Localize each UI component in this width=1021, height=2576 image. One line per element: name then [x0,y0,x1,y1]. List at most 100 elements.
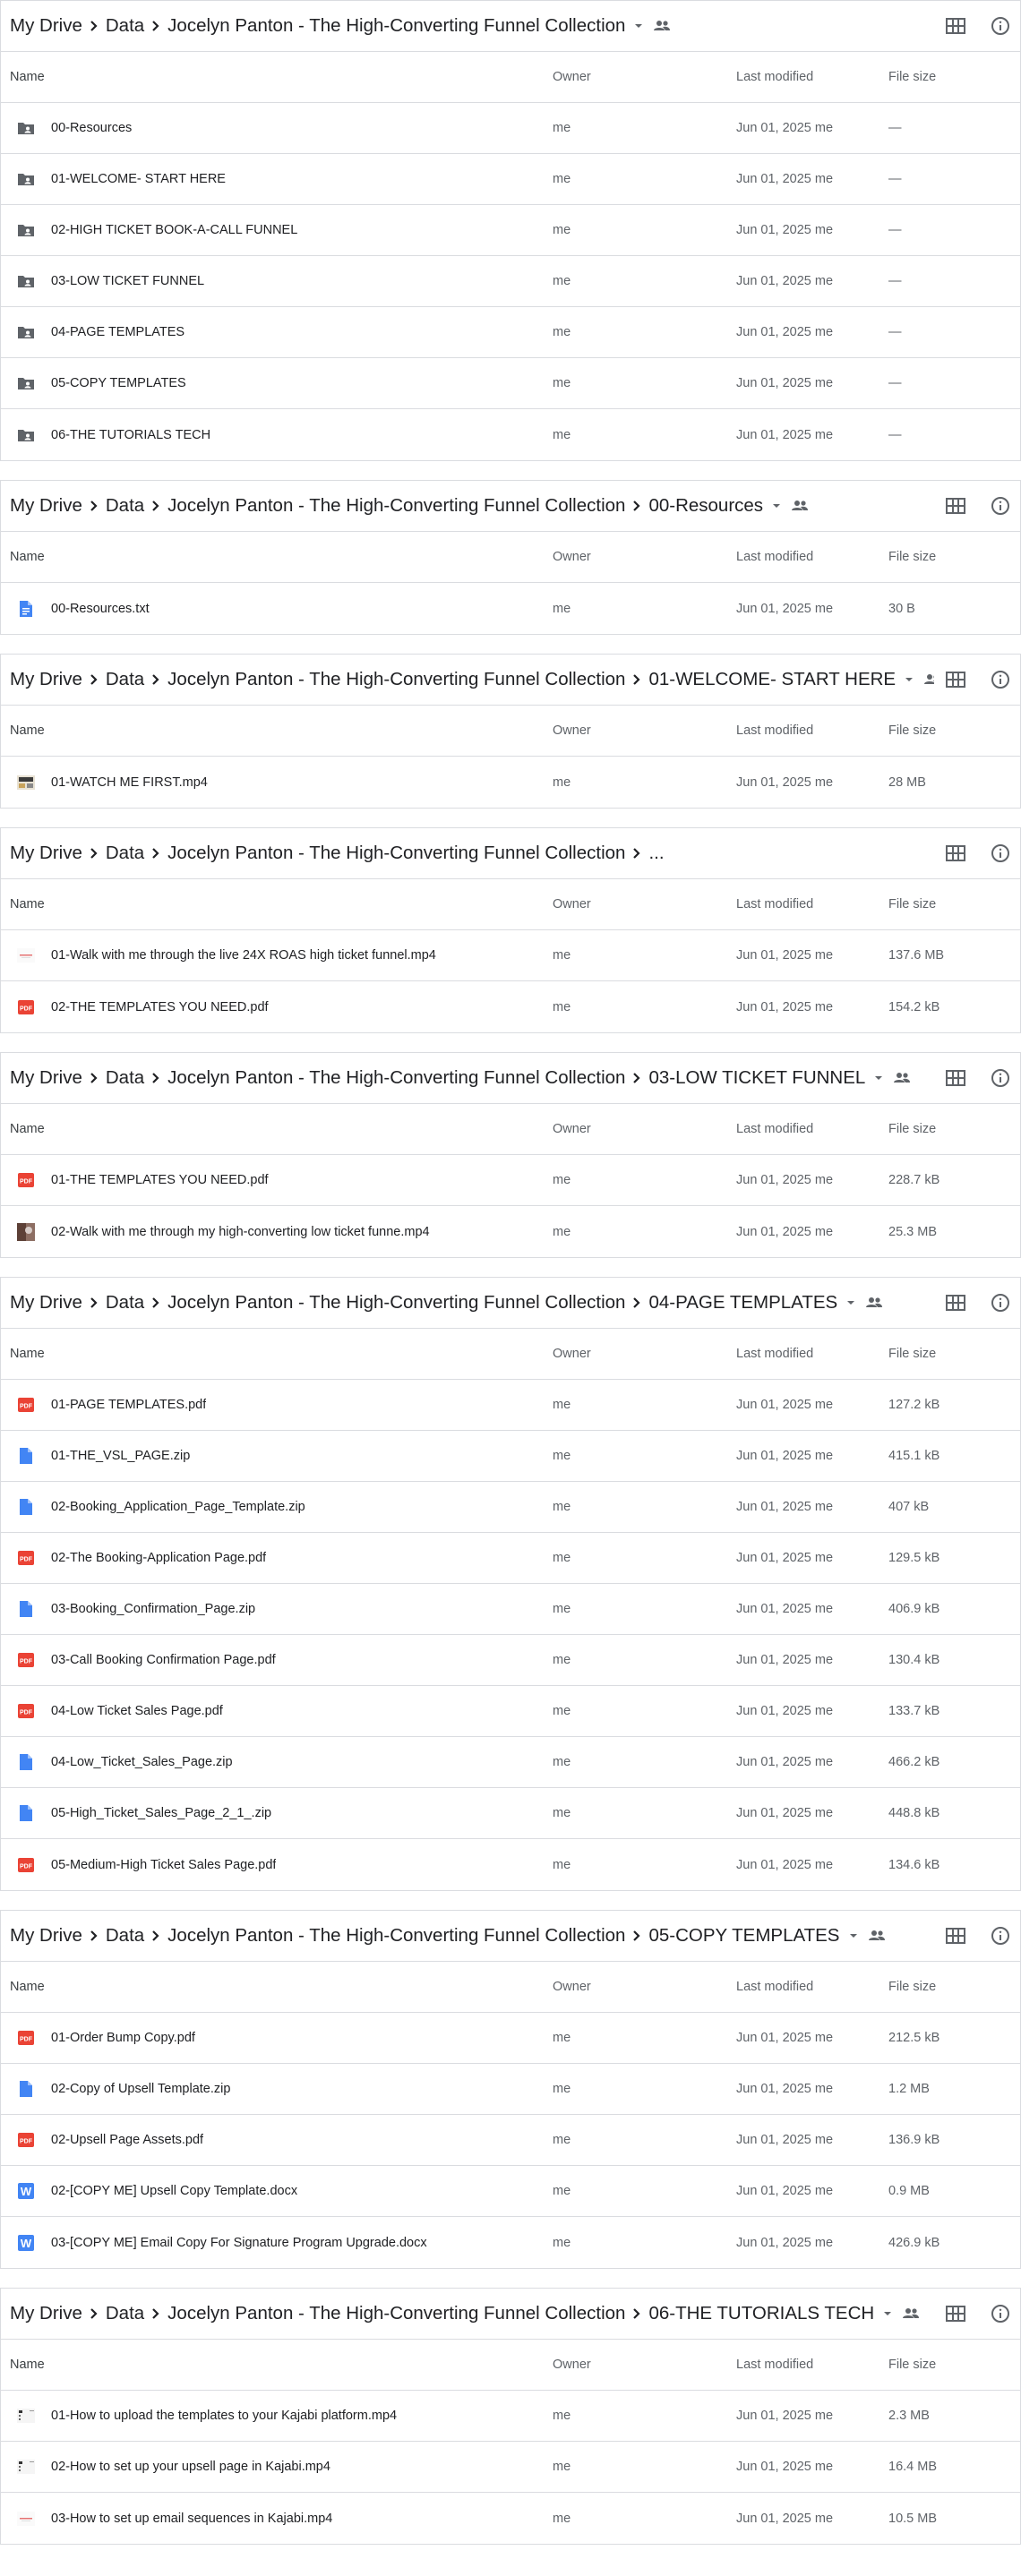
table-row[interactable]: 04-Low_Ticket_Sales_Page.zip me Jun 01, 20… [1,1737,1020,1788]
grid-view-icon[interactable] [943,841,968,866]
caret-down-icon[interactable] [879,2305,896,2323]
info-icon[interactable] [988,667,1013,692]
info-icon[interactable] [988,493,1013,518]
file-name[interactable]: 00-Resources.txt [51,602,150,616]
info-icon[interactable] [988,2301,1013,2326]
breadcrumb-item[interactable]: My Drive [10,1292,82,1314]
table-row[interactable]: PDF 01-THE TEMPLATES YOU NEED.pdf me Jun 01… [1,1155,1020,1206]
info-icon[interactable] [988,13,1013,39]
file-name[interactable]: 01-THE TEMPLATES YOU NEED.pdf [51,1173,269,1187]
file-name[interactable]: 05-Medium-High Ticket Sales Page.pdf [51,1858,276,1872]
breadcrumb-current-folder[interactable]: 03-LOW TICKET FUNNEL [648,1067,865,1089]
breadcrumb-item[interactable]: Data [106,669,144,690]
column-header-last-modified[interactable]: Last modified [736,1122,888,1136]
grid-view-icon[interactable] [943,667,968,692]
file-name[interactable]: 03-LOW TICKET FUNNEL [51,274,204,288]
file-name[interactable]: 02-The Booking-Application Page.pdf [51,1551,266,1565]
file-name[interactable]: 00-Resources [51,121,132,135]
file-name[interactable]: 05-COPY TEMPLATES [51,376,186,390]
column-header-name[interactable]: Name [1,723,553,738]
table-row[interactable]: W 03-[COPY ME] Email Copy For Signature P… [1,2217,1020,2268]
caret-down-icon[interactable] [845,1927,862,1945]
table-row[interactable]: 04-PAGE TEMPLATES me Jun 01, 2025 me — [1,307,1020,358]
file-name[interactable]: 01-PAGE TEMPLATES.pdf [51,1398,206,1412]
caret-down-icon[interactable] [768,497,785,515]
table-row[interactable]: 03-How to set up email sequences in Kaja… [1,2493,1020,2544]
breadcrumb-item[interactable]: My Drive [10,1925,82,1947]
file-name[interactable]: 02-HIGH TICKET BOOK-A-CALL FUNNEL [51,223,297,237]
file-name[interactable]: 02-Booking_Application_Page_Template.zip [51,1500,305,1514]
table-row[interactable]: PDF 02-THE TEMPLATES YOU NEED.pdf me Jun 01… [1,981,1020,1032]
breadcrumb-item[interactable]: My Drive [10,15,82,37]
breadcrumb-item[interactable]: Jocelyn Panton - The High-Converting Fun… [167,1292,625,1314]
info-icon[interactable] [988,841,1013,866]
column-header-file-size[interactable]: File size [888,1980,1020,1994]
column-header-file-size[interactable]: File size [888,897,1020,911]
file-name[interactable]: 02-[COPY ME] Upsell Copy Template.docx [51,2184,297,2198]
table-row[interactable]: PDF 01-Order Bump Copy.pdf me Jun 01, 2025 … [1,2013,1020,2064]
column-header-file-size[interactable]: File size [888,723,1020,738]
column-header-owner[interactable]: Owner [553,550,736,564]
grid-view-icon[interactable] [943,13,968,39]
column-header-last-modified[interactable]: Last modified [736,70,888,84]
breadcrumb-item[interactable]: Jocelyn Panton - The High-Converting Fun… [167,2303,625,2324]
breadcrumb-current-folder[interactable]: 06-THE TUTORIALS TECH [648,2303,874,2324]
column-header-name[interactable]: Name [1,897,553,911]
file-name[interactable]: 02-Walk with me through my high-converti… [51,1225,430,1239]
breadcrumb-current-folder[interactable]: ... [648,843,664,864]
column-header-owner[interactable]: Owner [553,1347,736,1361]
file-name[interactable]: 02-Copy of Upsell Template.zip [51,2082,230,2096]
column-header-file-size[interactable]: File size [888,1347,1020,1361]
column-header-last-modified[interactable]: Last modified [736,2358,888,2372]
file-name[interactable]: 01-How to upload the templates to your K… [51,2409,397,2423]
column-header-last-modified[interactable]: Last modified [736,1980,888,1994]
breadcrumb-current-folder[interactable]: 04-PAGE TEMPLATES [648,1292,837,1314]
breadcrumb-item[interactable]: Jocelyn Panton - The High-Converting Fun… [167,1067,625,1089]
grid-view-icon[interactable] [943,1923,968,1948]
column-header-last-modified[interactable]: Last modified [736,550,888,564]
file-name[interactable]: 05-High_Ticket_Sales_Page_2_1_.zip [51,1806,271,1820]
column-header-file-size[interactable]: File size [888,550,1020,564]
breadcrumb-item[interactable]: Jocelyn Panton - The High-Converting Fun… [167,669,625,690]
file-name[interactable]: 02-Upsell Page Assets.pdf [51,2133,203,2147]
breadcrumb-item[interactable]: My Drive [10,495,82,517]
column-header-owner[interactable]: Owner [553,1122,736,1136]
file-name[interactable]: 02-How to set up your upsell page in Kaj… [51,2460,330,2474]
file-name[interactable]: 06-THE TUTORIALS TECH [51,428,210,442]
grid-view-icon[interactable] [943,1065,968,1091]
breadcrumb-item[interactable]: Jocelyn Panton - The High-Converting Fun… [167,1925,625,1947]
breadcrumb-item[interactable]: Data [106,843,144,864]
column-header-last-modified[interactable]: Last modified [736,897,888,911]
breadcrumb-item[interactable]: My Drive [10,2303,82,2324]
breadcrumb-item[interactable]: Data [106,2303,144,2324]
file-name[interactable]: 01-THE_VSL_PAGE.zip [51,1449,190,1463]
breadcrumb-item[interactable]: Jocelyn Panton - The High-Converting Fun… [167,495,625,517]
breadcrumb-item[interactable]: My Drive [10,843,82,864]
table-row[interactable]: 02-HIGH TICKET BOOK-A-CALL FUNNEL me Jun 0… [1,205,1020,256]
file-name[interactable]: 04-PAGE TEMPLATES [51,325,184,339]
breadcrumb-item[interactable]: My Drive [10,669,82,690]
info-icon[interactable] [988,1065,1013,1091]
file-name[interactable]: 03-How to set up email sequences in Kaja… [51,2512,332,2526]
grid-view-icon[interactable] [943,493,968,518]
file-name[interactable]: 03-[COPY ME] Email Copy For Signature Pr… [51,2236,427,2250]
table-row[interactable]: 03-Booking_Confirmation_Page.zip me Jun 01… [1,1584,1020,1635]
caret-down-icon[interactable] [631,17,647,35]
table-row[interactable]: 00-Resources.txt me Jun 01, 2025 me 30 B [1,583,1020,634]
breadcrumb-current-folder[interactable]: Jocelyn Panton - The High-Converting Fun… [167,15,625,37]
breadcrumb-item[interactable]: Data [106,1292,144,1314]
breadcrumb-item[interactable]: Data [106,495,144,517]
table-row[interactable]: 01-WATCH ME FIRST.mp4 me Jun 01, 2025 me 28… [1,757,1020,808]
table-row[interactable]: PDF 03-Call Booking Confirmation Page.pdf… [1,1635,1020,1686]
column-header-file-size[interactable]: File size [888,2358,1020,2372]
column-header-name[interactable]: Name [1,70,553,84]
column-header-file-size[interactable]: File size [888,1122,1020,1136]
grid-view-icon[interactable] [943,1290,968,1315]
table-row[interactable]: PDF 05-Medium-High Ticket Sales Page.pdf m… [1,1839,1020,1890]
breadcrumb-item[interactable]: Jocelyn Panton - The High-Converting Fun… [167,843,625,864]
table-row[interactable]: 03-LOW TICKET FUNNEL me Jun 01, 2025 me — [1,256,1020,307]
breadcrumb-current-folder[interactable]: 01-WELCOME- START HERE [648,669,896,690]
file-name[interactable]: 04-Low_Ticket_Sales_Page.zip [51,1755,233,1769]
file-name[interactable]: 04-Low Ticket Sales Page.pdf [51,1704,223,1718]
table-row[interactable]: PDF 02-Upsell Page Assets.pdf me Jun 01, 20… [1,2115,1020,2166]
